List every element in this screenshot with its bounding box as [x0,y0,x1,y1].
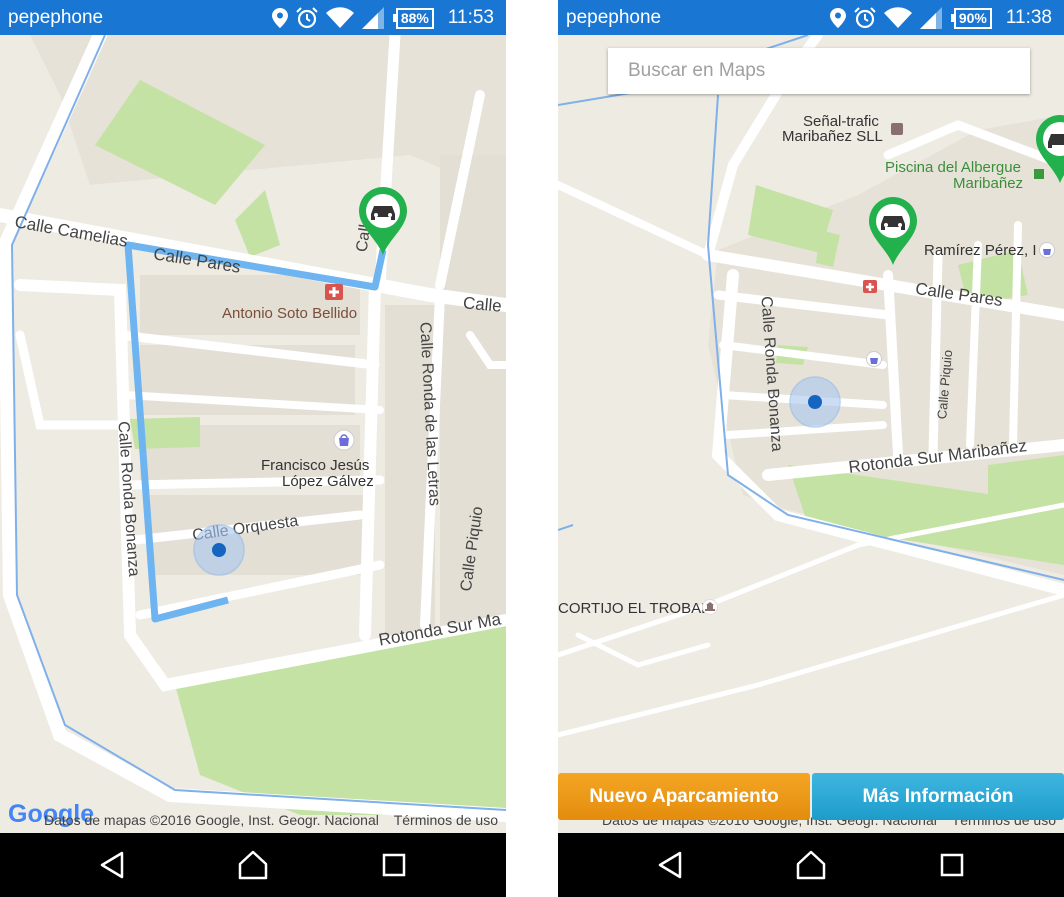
poi-piscina-label-line2[interactable]: Maribañez [953,175,1023,192]
wifi-icon [883,7,912,29]
left-screen: pepephone 88% 11:53 Calle Camelias Calle… [0,0,506,897]
nav-bar [0,833,506,897]
location-icon [271,8,288,28]
mas-informacion-button[interactable]: Más Información [812,773,1064,820]
home-nav-icon[interactable] [233,847,273,883]
my-location-dot-icon [193,524,245,576]
sign-shop-icon[interactable] [891,123,903,135]
poi-pharmacy-label[interactable]: Antonio Soto Bellido [222,305,357,322]
shopping-icon[interactable] [1039,242,1055,258]
poi-piscina-label-line1[interactable]: Piscina del Albergue [885,159,1021,176]
street-label-calle-partial: Calle [462,293,503,316]
alarm-icon [296,7,318,29]
nuevo-aparcamiento-button[interactable]: Nuevo Aparcamiento [558,773,810,820]
poi-cortijo-label[interactable]: CORTIJO EL TROBAL [558,600,709,617]
carrier-name: pepephone [8,7,104,28]
poi-shop-label-line1[interactable]: Francisco Jesús [261,457,369,474]
landmark-icon[interactable] [702,599,718,615]
location-icon [829,8,846,28]
back-nav-icon[interactable] [92,847,132,883]
wifi-icon [325,7,354,29]
home-nav-icon[interactable] [791,847,831,883]
shopping-icon[interactable] [333,429,355,451]
car-pin-icon[interactable] [357,187,409,257]
shopping-icon[interactable] [866,351,882,367]
clock: 11:53 [447,7,494,28]
right-screen: pepephone 90% 11:38 Buscar en Maps Señal… [558,0,1064,897]
battery-icon: 90% [950,7,992,29]
signal-icon [361,7,384,29]
pharmacy-icon[interactable] [324,281,344,301]
back-nav-icon[interactable] [650,847,690,883]
map-attribution: Datos de mapas ©2016 Google, Inst. Geogr… [44,812,379,828]
search-input[interactable] [608,48,1030,94]
car-pin-icon[interactable] [1034,115,1064,185]
clock: 11:38 [1005,7,1052,28]
nav-bar [558,833,1064,897]
recents-nav-icon[interactable] [932,847,972,883]
search-box[interactable] [608,48,1030,94]
poi-senal-label-line2[interactable]: Maribañez SLL [782,128,883,145]
my-location-dot-icon [789,376,841,428]
poi-ramirez-label[interactable]: Ramírez Pérez, I [924,242,1037,259]
status-bar: pepephone 90% 11:38 [558,0,1064,35]
pharmacy-icon[interactable] [862,278,878,294]
car-pin-icon[interactable] [867,197,919,267]
battery-icon: 88% [392,7,434,29]
signal-icon [919,7,942,29]
status-bar: pepephone 88% 11:53 [0,0,506,35]
alarm-icon [854,7,876,29]
poi-shop-label-line2[interactable]: López Gálvez [282,473,374,490]
terms-link[interactable]: Términos de uso [394,812,498,828]
map-view[interactable]: Señal-trafic Maribañez SLL Piscina del A… [558,35,1064,833]
carrier-name: pepephone [566,7,662,28]
recents-nav-icon[interactable] [374,847,414,883]
map-view[interactable]: Calle Camelias Calle Pares Calle R Calle… [0,35,506,833]
